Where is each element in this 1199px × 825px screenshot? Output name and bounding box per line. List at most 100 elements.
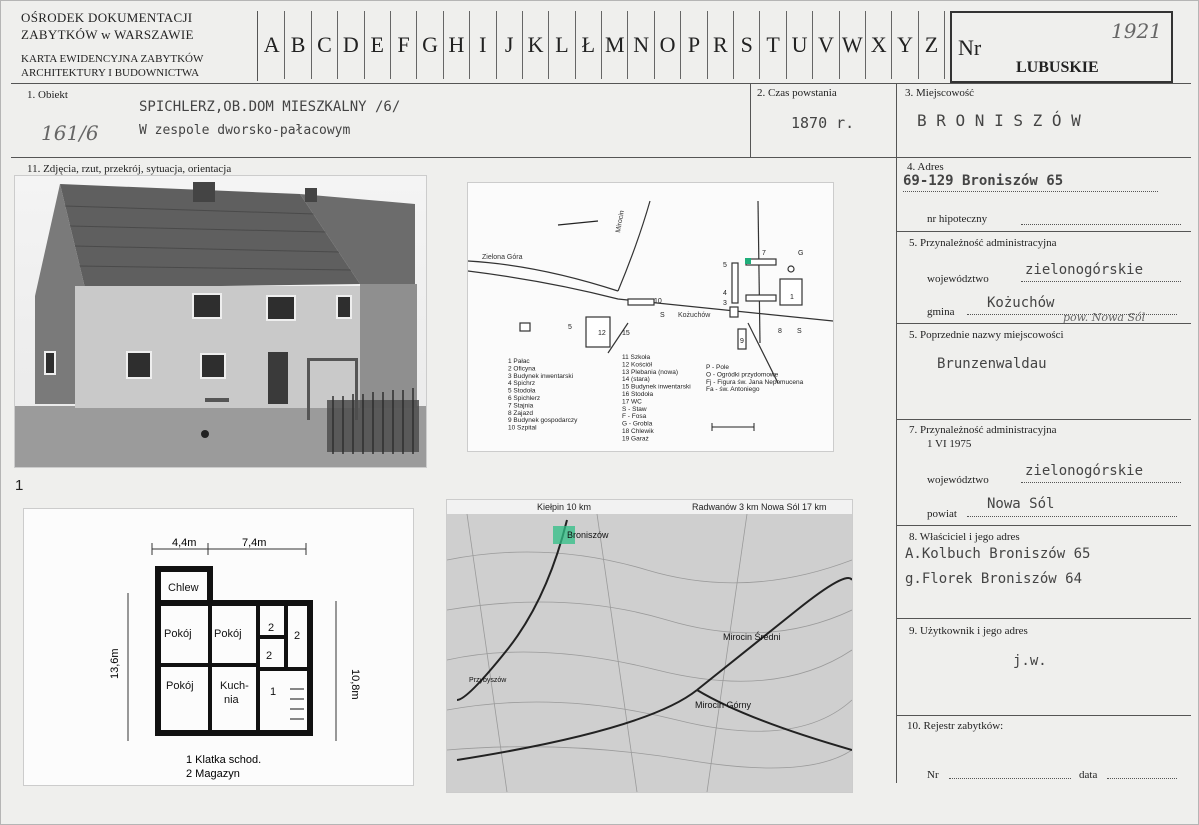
index-letter-10: K bbox=[523, 11, 550, 79]
index-letter-18: S bbox=[734, 11, 761, 79]
legend-item: F - Fosa bbox=[622, 413, 647, 420]
wlasciciel-label: 8. Właściciel i jego adres bbox=[909, 531, 1020, 543]
index-letter-13: M bbox=[602, 11, 629, 79]
photo-number: 1 bbox=[15, 477, 24, 494]
legend-item: 4 Spichrz bbox=[508, 380, 535, 387]
obiekt-line-2: W zespole dworsko-pałacowym bbox=[139, 123, 351, 138]
wlasciciel-line-1: A.Kolbuch Broniszów 65 bbox=[905, 546, 1091, 562]
svg-text:Pokój: Pokój bbox=[214, 628, 242, 640]
index-letter-2: C bbox=[312, 11, 339, 79]
legend-item: 5 Stodoła bbox=[508, 388, 536, 395]
gmina-label: gmina bbox=[927, 306, 955, 318]
card-line-2: ARCHITEKTURY I BUDOWNICTWA bbox=[21, 67, 200, 79]
legend-item: 17 WC bbox=[622, 398, 642, 405]
obiekt-label: 1. Obiekt bbox=[27, 89, 68, 101]
legend-item: 13 Plebania (nowa) bbox=[622, 369, 678, 376]
svg-text:Pokój: Pokój bbox=[164, 628, 192, 640]
index-letter-21: V bbox=[813, 11, 840, 79]
index-letter-22: W bbox=[840, 11, 866, 79]
svg-text:Pokój: Pokój bbox=[166, 680, 194, 692]
topo-label-mirocin-sredni: Mirocin Średni bbox=[723, 631, 781, 642]
svg-text:3: 3 bbox=[723, 300, 727, 307]
topo-top-left: Kiełpin 10 km bbox=[537, 502, 591, 512]
card-type: KARTA EWIDENCYJNA ZABYTKÓW ARCHITEKTURY … bbox=[21, 52, 203, 80]
svg-text:5: 5 bbox=[568, 324, 572, 331]
rejestr-label: 10. Rejestr zabytków: bbox=[907, 720, 1004, 732]
index-letter-0: A bbox=[259, 11, 286, 79]
legend-item: P - Pole bbox=[706, 364, 729, 371]
nr-value: 1921 bbox=[1111, 19, 1162, 43]
index-letter-8: I bbox=[470, 11, 497, 79]
svg-text:5: 5 bbox=[723, 262, 727, 269]
svg-text:nia: nia bbox=[224, 694, 240, 706]
floor-plan-drawing: 4,4m 7,4m 10,8m 13,6m Chlew Pokój Pokój Po… bbox=[24, 509, 413, 785]
uzytkownik-label: 9. Użytkownik i jego adres bbox=[909, 625, 1028, 637]
czas-label: 2. Czas powstania bbox=[757, 87, 837, 99]
svg-text:G: G bbox=[798, 250, 803, 257]
obiekt-line-1: SPICHLERZ,OB.DOM MIESZKALNY /6/ bbox=[139, 99, 401, 115]
legend-item: 12 Kościół bbox=[622, 361, 653, 368]
org-line-1: OŚRODEK DOKUMENTACJI bbox=[21, 10, 193, 25]
svg-text:9: 9 bbox=[740, 338, 744, 345]
floor-legend-2: 2 Magazyn bbox=[186, 768, 240, 780]
svg-text:Chlew: Chlew bbox=[168, 582, 199, 594]
index-letter-7: H bbox=[444, 11, 471, 79]
legend-item: 14 (stara) bbox=[622, 376, 650, 383]
miejscowosc-label: 3. Miejscowość bbox=[905, 87, 975, 99]
svg-text:Kuch-: Kuch- bbox=[220, 680, 249, 692]
legend-item: S - Staw bbox=[622, 406, 647, 413]
index-letter-15: O bbox=[655, 11, 682, 79]
dim-left: 13,6m bbox=[109, 648, 121, 679]
legend-item: 15 Budynek inwentarski bbox=[622, 384, 691, 391]
svg-text:4: 4 bbox=[723, 290, 727, 297]
road-label-left: Zielona Góra bbox=[482, 254, 523, 261]
building-photo-image bbox=[15, 176, 426, 467]
svg-text:1: 1 bbox=[270, 686, 276, 698]
road-label-mid: Kożuchów bbox=[678, 312, 711, 319]
przynaleznosc5-label: 5. Przynależność administracyjna bbox=[909, 237, 1057, 249]
site-plan-drawing: Zielona Góra Kożuchów Mirocin 5437 G 18 S9… bbox=[468, 183, 833, 451]
woj7-label: województwo bbox=[927, 474, 989, 486]
nr-label: Nr bbox=[958, 35, 982, 60]
woj5-label: województwo bbox=[927, 273, 989, 285]
legend-item: 19 Garaż bbox=[622, 435, 649, 442]
powiat-value: Nowa Sól bbox=[987, 496, 1055, 512]
index-letter-23: X bbox=[866, 11, 893, 79]
topo-top-right: Radwanów 3 km Nowa Sól 17 km bbox=[692, 502, 827, 512]
index-letter-9: J bbox=[497, 11, 523, 79]
woj5-value: zielonogórskie bbox=[1025, 262, 1144, 278]
powiat-label: powiat bbox=[927, 508, 957, 520]
index-letter-24: Y bbox=[892, 11, 919, 79]
uzytkownik-value: j.w. bbox=[1013, 653, 1047, 669]
legend-item: 11 Szkoła bbox=[622, 354, 650, 361]
przynaleznosc7-date: 1 VI 1975 bbox=[927, 438, 972, 450]
index-letters: ABCDEFGHIJKLŁMNOPRSTUVWXYZ bbox=[259, 11, 946, 79]
index-letter-4: E bbox=[365, 11, 391, 79]
org-name: OŚRODEK DOKUMENTACJI ZABYTKÓW w WARSZAWI… bbox=[21, 9, 194, 43]
floor-legend-1: 1 Klatka schod. bbox=[186, 754, 261, 766]
nr-hipoteczny-label: nr hipoteczny bbox=[927, 213, 988, 225]
inventory-card: OŚRODEK DOKUMENTACJI ZABYTKÓW w WARSZAWI… bbox=[0, 0, 1199, 825]
svg-text:10: 10 bbox=[654, 298, 662, 305]
legend-item: 6 Spichlerz bbox=[508, 395, 540, 402]
czas-value: 1870 r. bbox=[791, 114, 855, 132]
index-letter-17: R bbox=[708, 11, 735, 79]
przynaleznosc7-label: 7. Przynależność administracyjna bbox=[909, 424, 1057, 436]
adres-value: 69-129 Broniszów 65 bbox=[903, 173, 1064, 189]
svg-text:12: 12 bbox=[598, 330, 606, 337]
poprzednie-label: 5. Poprzednie nazwy miejscowości bbox=[909, 329, 1064, 341]
dim-top-2: 7,4m bbox=[242, 537, 266, 549]
svg-text:15: 15 bbox=[622, 330, 630, 337]
card-line-1: KARTA EWIDENCYJNA ZABYTKÓW bbox=[21, 53, 204, 65]
legend-item: 7 Stajnia bbox=[508, 402, 534, 409]
topo-label-broniszow: Broniszów bbox=[567, 530, 609, 540]
rejestr-data-label: data bbox=[1079, 769, 1098, 781]
topo-map-image: Kiełpin 10 km Radwanów 3 km Nowa Sól 17 … bbox=[447, 500, 852, 792]
index-letter-11: L bbox=[549, 11, 576, 79]
legend-item: 8 Zajazd bbox=[508, 410, 533, 417]
floor-plan: 4,4m 7,4m 10,8m 13,6m Chlew Pokój Pokój Po… bbox=[23, 508, 414, 786]
svg-text:S: S bbox=[797, 328, 802, 335]
svg-text:7: 7 bbox=[762, 250, 766, 257]
index-letter-25: Z bbox=[919, 11, 946, 79]
svg-text:1: 1 bbox=[790, 294, 794, 301]
